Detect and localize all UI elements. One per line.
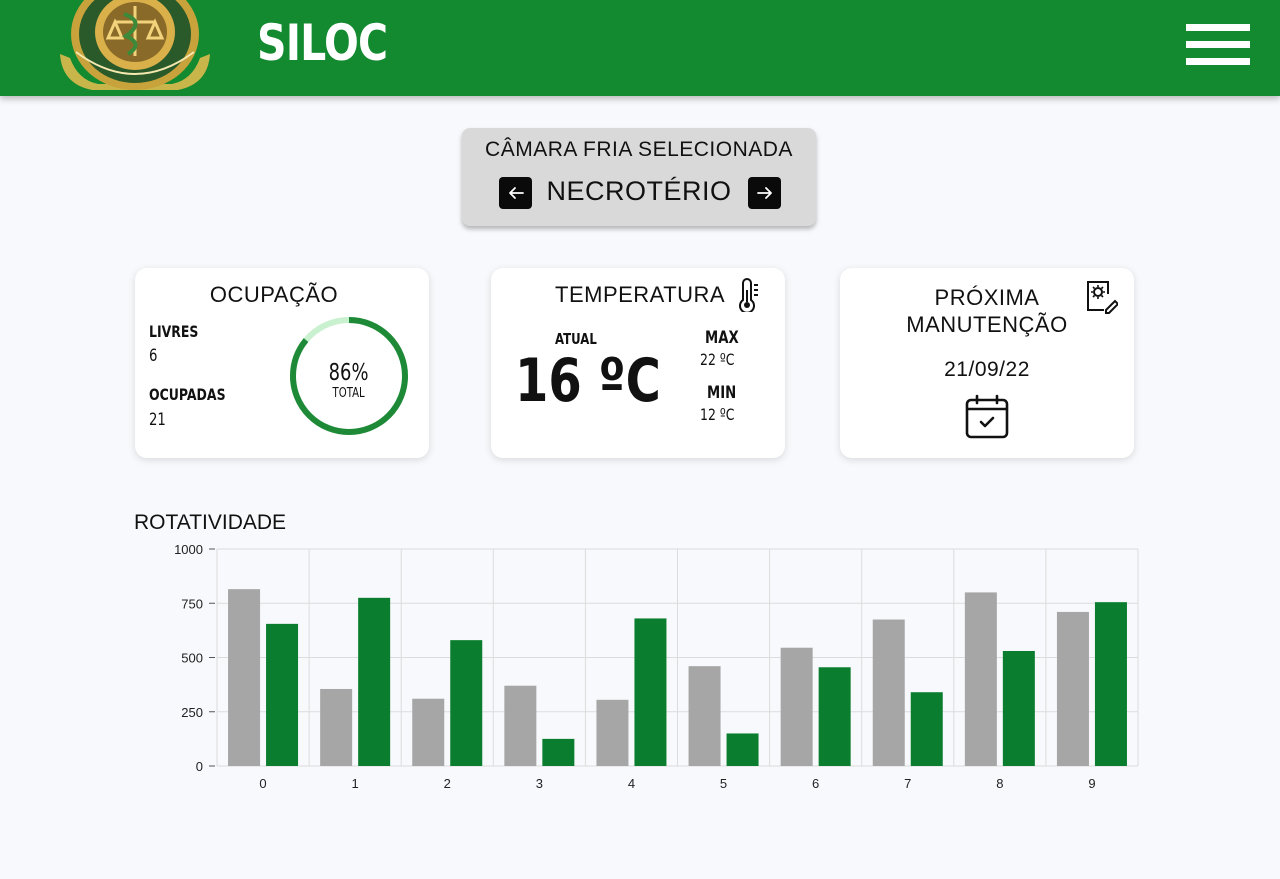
occupied-value: 21 (149, 410, 166, 430)
thermometer-icon (739, 278, 758, 312)
bar-series2 (358, 597, 391, 766)
y-tick-label: 250 (181, 705, 203, 720)
bar-series1 (596, 699, 629, 766)
x-tick-label: 5 (720, 776, 727, 791)
next-chamber-button[interactable] (748, 177, 781, 209)
bar-series1 (872, 619, 905, 766)
free-value: 6 (149, 346, 158, 366)
x-tick-label: 6 (812, 776, 819, 791)
free-label: LIVRES (149, 322, 199, 341)
bar-series1 (228, 589, 261, 766)
bar-series1 (1056, 611, 1089, 766)
x-tick-label: 3 (536, 776, 543, 791)
occupancy-card: OCUPAÇÃO LIVRES 6 OCUPADAS 21 86% TOTAL (135, 268, 429, 458)
max-temp-value: 22 ºC (700, 350, 735, 369)
bar-series2 (726, 733, 759, 766)
bar-series2 (266, 623, 299, 766)
x-tick-label: 7 (904, 776, 911, 791)
x-tick-label: 0 (259, 776, 266, 791)
maintenance-title-line2: MANUTENÇÃO (906, 312, 1068, 337)
occupancy-percent: 86% (329, 360, 369, 386)
calendar-check-icon[interactable] (964, 394, 1010, 440)
bar-series1 (320, 688, 353, 766)
bar-series2 (818, 667, 851, 766)
bar-series2 (450, 640, 483, 766)
temperature-card: TEMPERATURA ATUAL 16 ºC MAX 22 ºC MIN 12… (491, 268, 785, 458)
x-tick-label: 8 (996, 776, 1003, 791)
temperature-title: TEMPERATURA (555, 282, 726, 307)
occupied-label: OCUPADAS (149, 385, 226, 404)
app-title: SILOC (257, 14, 388, 72)
y-tick-label: 500 (181, 651, 203, 666)
min-temp-value: 12 ºC (700, 405, 735, 424)
x-tick-label: 9 (1088, 776, 1095, 791)
bar-series1 (964, 592, 997, 766)
min-temp-label: MIN (707, 383, 737, 403)
bar-series2 (542, 738, 575, 766)
y-tick-label: 0 (196, 759, 203, 774)
max-temp-label: MAX (705, 328, 739, 348)
x-tick-label: 2 (444, 776, 451, 791)
bar-series1 (412, 698, 445, 766)
bar-series2 (634, 618, 667, 766)
arrow-right-icon (756, 187, 772, 199)
occupancy-total-label: TOTAL (332, 386, 366, 401)
occupancy-title: OCUPAÇÃO (209, 282, 339, 307)
hamburger-menu-icon[interactable] (1186, 24, 1250, 70)
chart-title: ROTATIVIDADE (134, 511, 287, 534)
x-tick-label: 4 (628, 776, 635, 791)
bar-series1 (504, 685, 537, 766)
maintenance-card: PRÓXIMA MANUTENÇÃO 21/09/22 (840, 268, 1134, 458)
bar-series2 (1002, 650, 1035, 766)
bar-series1 (780, 647, 813, 766)
current-temp-value: 16 ºC (515, 346, 661, 416)
bar-series2 (1094, 602, 1127, 766)
bar-series1 (688, 666, 721, 766)
cold-chamber-selector: CÂMARA FRIA SELECIONADA NECROTÉRIO (462, 128, 816, 226)
settings-document-icon[interactable] (1084, 278, 1118, 314)
y-tick-label: 1000 (174, 542, 203, 557)
x-tick-label: 1 (352, 776, 359, 791)
selector-label: CÂMARA FRIA SELECIONADA (485, 138, 793, 161)
y-tick-label: 750 (181, 596, 203, 611)
turnover-bar-chart: 0 250 500 750 1000 0 1 2 3 4 5 6 7 8 9 (174, 542, 1139, 791)
maintenance-date: 21/09/22 (944, 358, 1030, 381)
bar-series2 (910, 692, 943, 766)
app-header: SILOC (0, 0, 1280, 96)
institute-logo (60, 0, 210, 90)
